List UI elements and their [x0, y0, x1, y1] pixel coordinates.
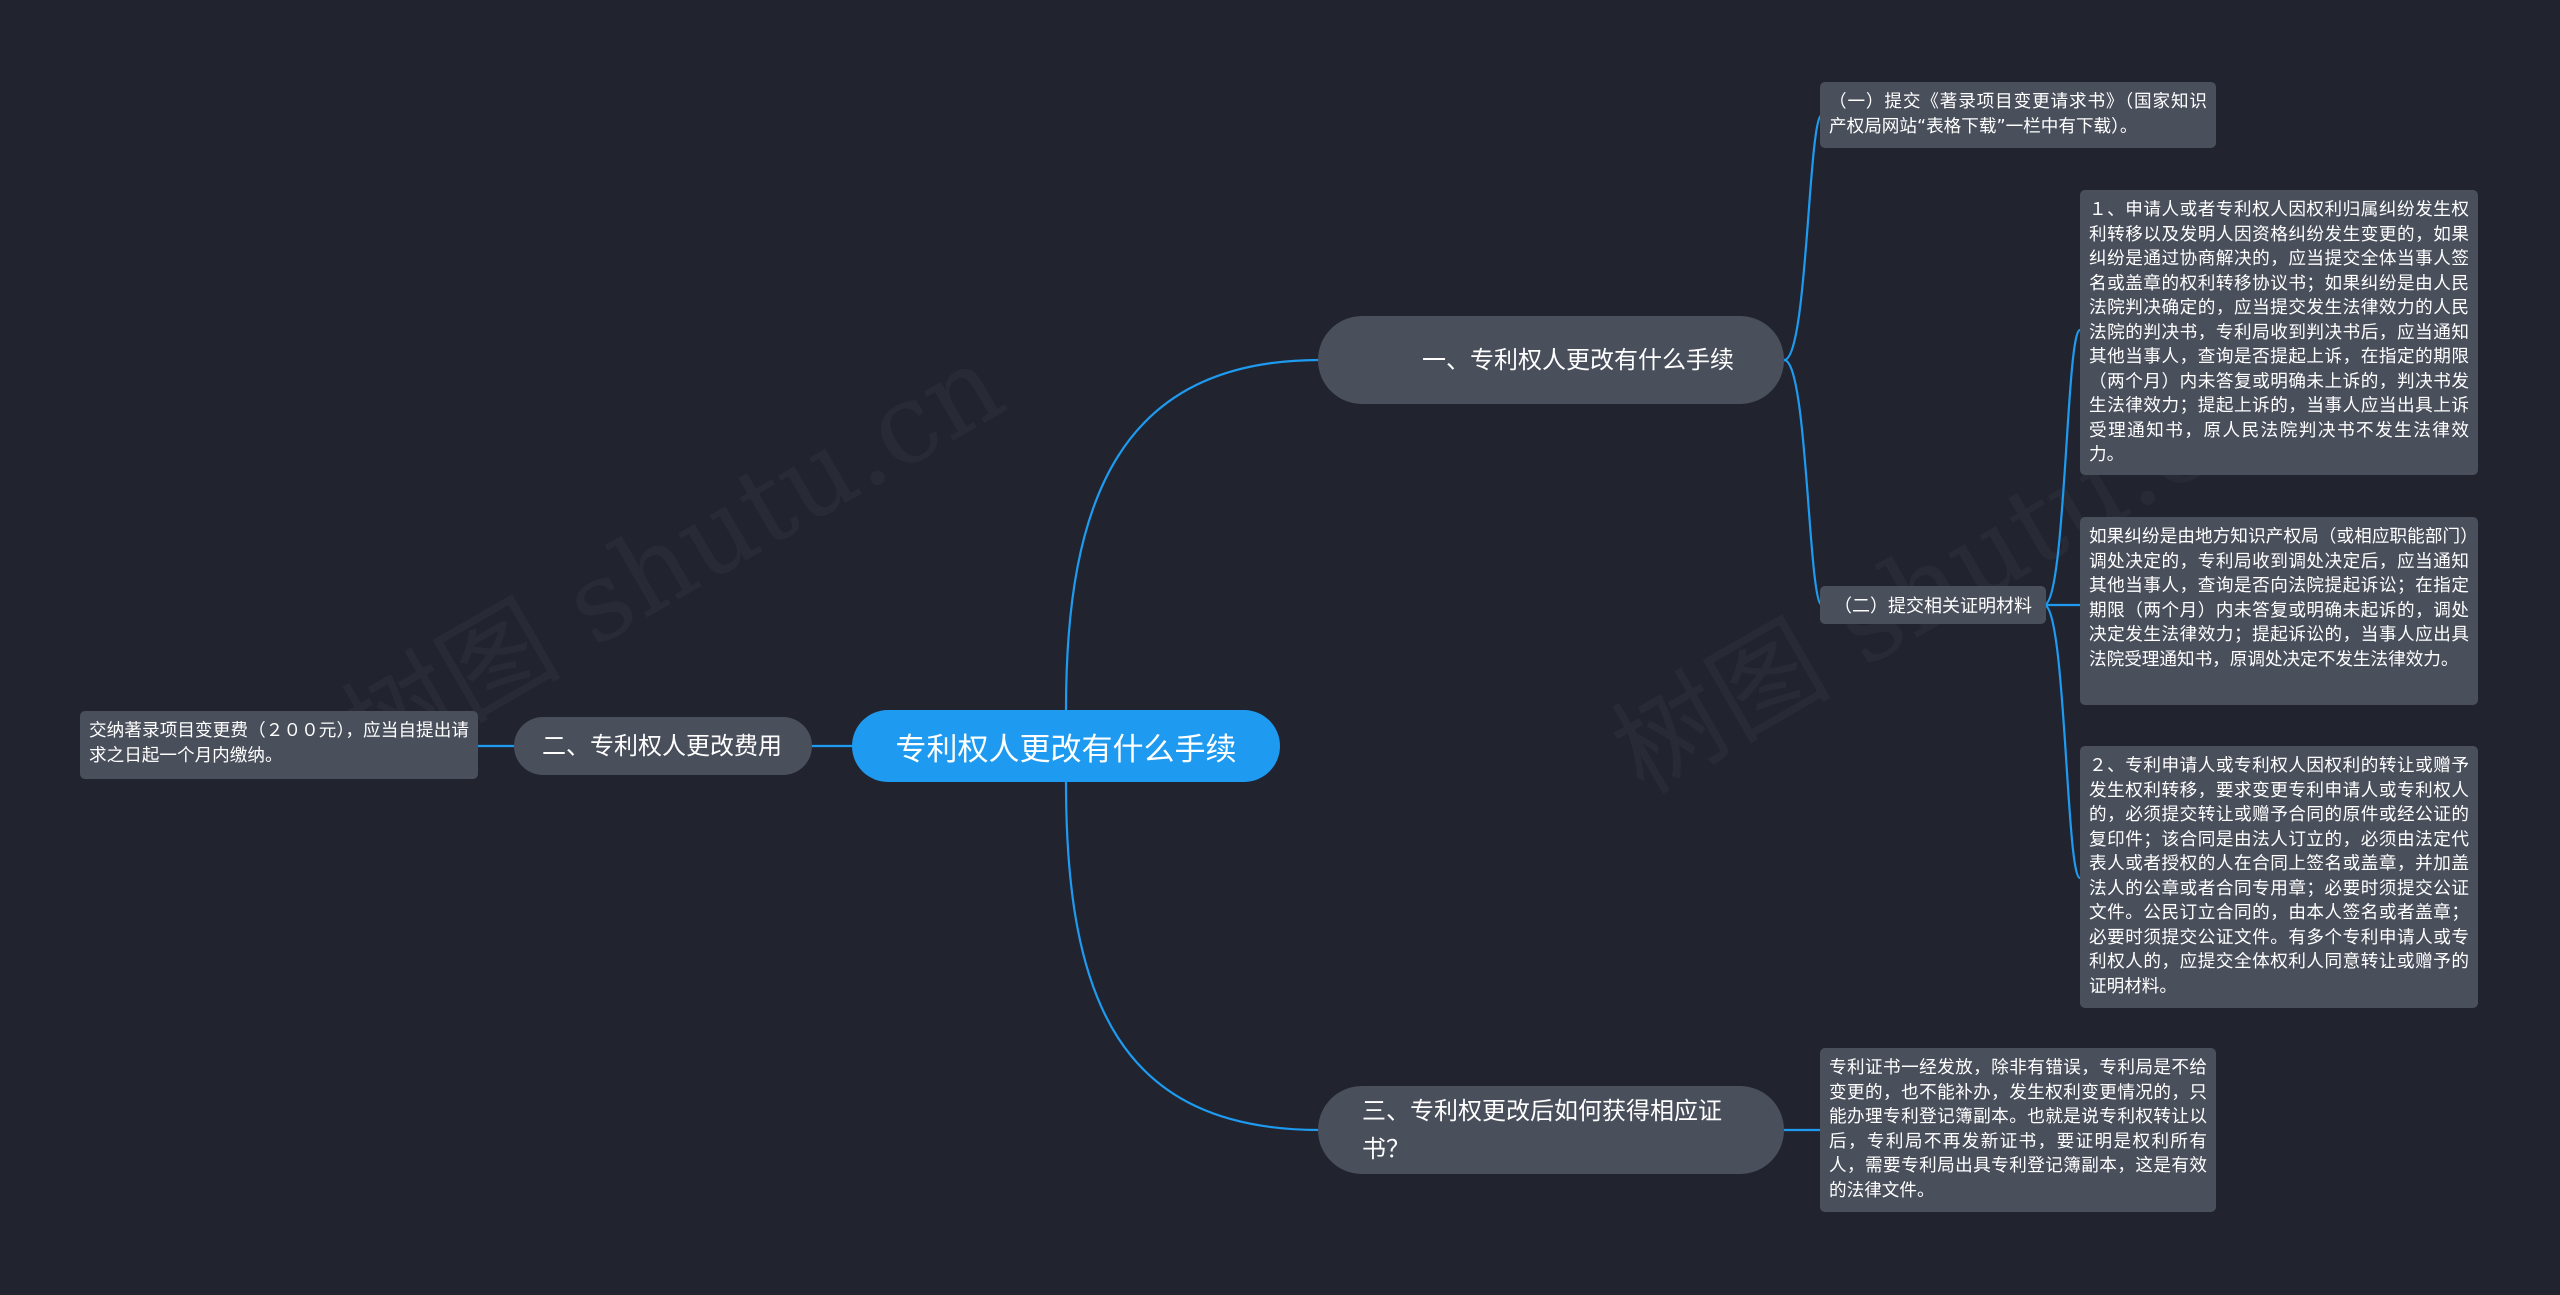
link-root-branch3 — [1064, 781, 1321, 1132]
detail-transfer-contract[interactable]: ２、专利申请人或专利权人因权利的转让或赠予发生权利转移，要求变更专利申请人或专利… — [2080, 746, 2478, 1008]
branch-topic-procedures-label: 一、专利权人更改有什么手续 — [1422, 346, 1734, 374]
detail-dispute-mediation[interactable]: 如果纠纷是由地方知识产权局（或相应职能部门）调处决定的，专利局收到调处决定后，应… — [2080, 517, 2478, 705]
root-topic-label: 专利权人更改有什么手续 — [895, 731, 1237, 768]
branch-topic-procedures[interactable]: 一、专利权人更改有什么手续 — [1318, 316, 1784, 404]
mind-map-canvas: 树图 shutu.cn 树图 shutu.cn 专利权人更改有什么手续 一、专利… — [0, 0, 2560, 1295]
link-sub2-item1 — [2043, 328, 2082, 607]
link-sub2-item3 — [2043, 603, 2082, 880]
detail-fee-payment-text: 交纳著录项目变更费（２００元），应当自提出请求之日起一个月内缴纳。 — [89, 721, 469, 766]
subtopic-submit-form[interactable]: （一）提交《著录项目变更请求书》（国家知识产权局网站“表格下载”一栏中有下载）。 — [1820, 82, 2216, 148]
branch-topic-fees-label: 二、专利权人更改费用 — [542, 732, 782, 760]
detail-certificate-register[interactable]: 专利证书一经发放，除非有错误，专利局是不给变更的，也不能补办，发生权利变更情况的… — [1820, 1048, 2216, 1212]
link-branch1-sub2 — [1783, 358, 1824, 607]
branch-topic-certificate-label: 三、专利权更改后如何获得相应证书？ — [1362, 1097, 1722, 1163]
subtopic-submit-proof-label: （二）提交相关证明材料 — [1834, 596, 2032, 617]
detail-certificate-register-text: 专利证书一经发放，除非有错误，专利局是不给变更的，也不能补办，发生权利变更情况的… — [1829, 1058, 2207, 1201]
detail-dispute-judgment-text: １、申请人或者专利权人因权利归属纠纷发生权利转移以及发明人因资格纠纷发生变更的，… — [2089, 200, 2469, 465]
subtopic-submit-proof[interactable]: （二）提交相关证明材料 — [1820, 586, 2046, 624]
detail-transfer-contract-text: ２、专利申请人或专利权人因权利的转让或赠予发生权利转移，要求变更专利申请人或专利… — [2089, 756, 2469, 997]
detail-dispute-mediation-text: 如果纠纷是由地方知识产权局（或相应职能部门）调处决定的，专利局收到调处决定后，应… — [2089, 527, 2469, 670]
branch-topic-certificate[interactable]: 三、专利权更改后如何获得相应证书？ — [1318, 1086, 1784, 1174]
detail-fee-payment[interactable]: 交纳著录项目变更费（２００元），应当自提出请求之日起一个月内缴纳。 — [80, 711, 478, 779]
link-root-branch1 — [1064, 358, 1321, 711]
link-branch1-sub1 — [1783, 113, 1824, 362]
subtopic-submit-form-text: （一）提交《著录项目变更请求书》（国家知识产权局网站“表格下载”一栏中有下载）。 — [1829, 92, 2207, 137]
branch-topic-fees[interactable]: 二、专利权人更改费用 — [514, 717, 812, 775]
detail-dispute-judgment[interactable]: １、申请人或者专利权人因权利归属纠纷发生权利转移以及发明人因资格纠纷发生变更的，… — [2080, 190, 2478, 475]
root-topic[interactable]: 专利权人更改有什么手续 — [852, 710, 1280, 782]
